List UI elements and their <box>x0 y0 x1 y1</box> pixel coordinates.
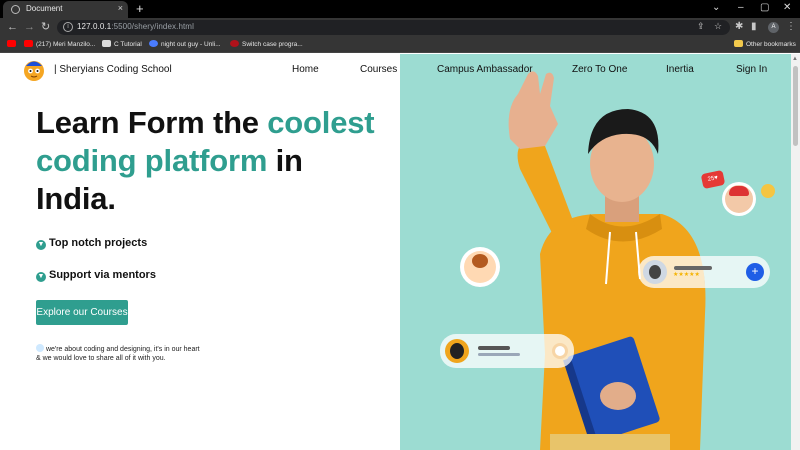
close-window-icon[interactable]: ✕ <box>783 2 791 13</box>
site-info-icon[interactable]: i <box>63 22 73 32</box>
bookmark-item[interactable]: C Tutorial <box>102 40 142 48</box>
hero-illustration: ★★★★★ + 25♥ <box>400 54 791 450</box>
bookmark-item[interactable]: night out guy - Unli... <box>149 40 221 48</box>
bookmark-star-icon[interactable]: ☆ <box>714 21 722 32</box>
scrollbar-thumb[interactable] <box>793 66 798 146</box>
avatar-ring-right <box>722 182 756 216</box>
site-icon <box>230 40 239 47</box>
tab-strip: Document × + ⌄ – ▢ ✕ <box>0 0 800 18</box>
close-tab-icon[interactable]: × <box>118 3 123 13</box>
record-icon <box>552 343 568 359</box>
extensions-icon[interactable]: ✱ <box>735 21 743 33</box>
nav-inertia[interactable]: Inertia <box>666 64 694 75</box>
brand-name[interactable]: | Sheryians Coding School <box>54 64 172 75</box>
browser-tab[interactable]: Document × <box>3 1 128 18</box>
nav-courses[interactable]: Courses <box>360 64 397 75</box>
avatar <box>445 339 469 363</box>
rating-card: ★★★★★ + <box>638 256 770 288</box>
hero-note: we're about coding and designing, it's i… <box>36 344 200 362</box>
share-icon[interactable]: ⇪ <box>697 21 705 32</box>
nav-sign-in[interactable]: Sign In <box>736 64 767 75</box>
github-icon <box>102 40 111 47</box>
progress-card <box>440 334 574 368</box>
bookmark-item[interactable]: Switch case progra... <box>230 40 303 48</box>
emoji-icon <box>761 184 775 198</box>
scroll-up-icon[interactable]: ▲ <box>792 56 798 62</box>
hero-headline: Learn Form the coolest coding platform i… <box>36 105 375 216</box>
explore-courses-button[interactable]: Explore our Courses <box>36 300 128 325</box>
youtube-icon <box>7 40 16 47</box>
profile-avatar[interactable]: A <box>768 22 779 33</box>
bookmark-item[interactable]: (217) Meri Manzilo... <box>24 40 95 48</box>
page-scrollbar[interactable]: ▲ <box>791 54 800 450</box>
avatar-ring-left <box>460 247 500 287</box>
folder-icon <box>734 40 743 47</box>
back-icon[interactable]: ← <box>7 20 18 34</box>
url-text[interactable]: 127.0.0.1:5500/shery/index.html <box>77 22 194 31</box>
menu-icon[interactable]: ⋮ <box>786 21 796 33</box>
reload-icon[interactable]: ↻ <box>41 20 50 34</box>
minimize-icon[interactable]: – <box>738 2 744 13</box>
maximize-icon[interactable]: ▢ <box>760 2 769 13</box>
new-tab-button[interactable]: + <box>136 1 144 16</box>
avatar <box>725 185 753 213</box>
feature-item: ▼ Top notch projects <box>36 237 148 250</box>
chevron-down-icon: ▼ <box>36 240 46 250</box>
avatar <box>643 260 667 284</box>
other-bookmarks[interactable]: Other bookmarks <box>734 40 796 48</box>
tab-search-icon[interactable]: ⌄ <box>712 2 720 13</box>
forward-icon[interactable]: → <box>24 20 35 34</box>
sheryians-logo-icon[interactable] <box>22 58 46 82</box>
emoji-icon <box>36 344 44 352</box>
globe-icon <box>149 40 158 47</box>
web-page: ★★★★★ + 25♥ ▲ | Sheryians Coding School … <box>0 54 800 450</box>
chevron-down-icon: ▼ <box>36 272 46 282</box>
bookmarks-bar: (217) Meri Manzilo... C Tutorial night o… <box>0 37 800 53</box>
nav-zero-to-one[interactable]: Zero To One <box>572 64 627 75</box>
address-bar[interactable]: i 127.0.0.1:5500/shery/index.html ⇪ ☆ <box>57 20 730 35</box>
rating-stars: ★★★★★ <box>673 272 700 278</box>
globe-icon <box>11 5 20 14</box>
feature-item: ▼ Support via mentors <box>36 269 156 282</box>
nav-campus-ambassador[interactable]: Campus Ambassador <box>437 64 533 75</box>
side-panel-icon[interactable]: ▮ <box>751 21 757 33</box>
youtube-icon <box>24 40 33 47</box>
avatar <box>464 251 496 283</box>
student-illustration <box>508 71 706 450</box>
tab-title: Document <box>26 4 63 13</box>
add-icon: + <box>746 263 764 281</box>
address-toolbar: ← → ↻ i 127.0.0.1:5500/shery/index.html … <box>0 18 800 37</box>
bookmark-youtube[interactable] <box>7 40 19 48</box>
nav-home[interactable]: Home <box>292 64 319 75</box>
